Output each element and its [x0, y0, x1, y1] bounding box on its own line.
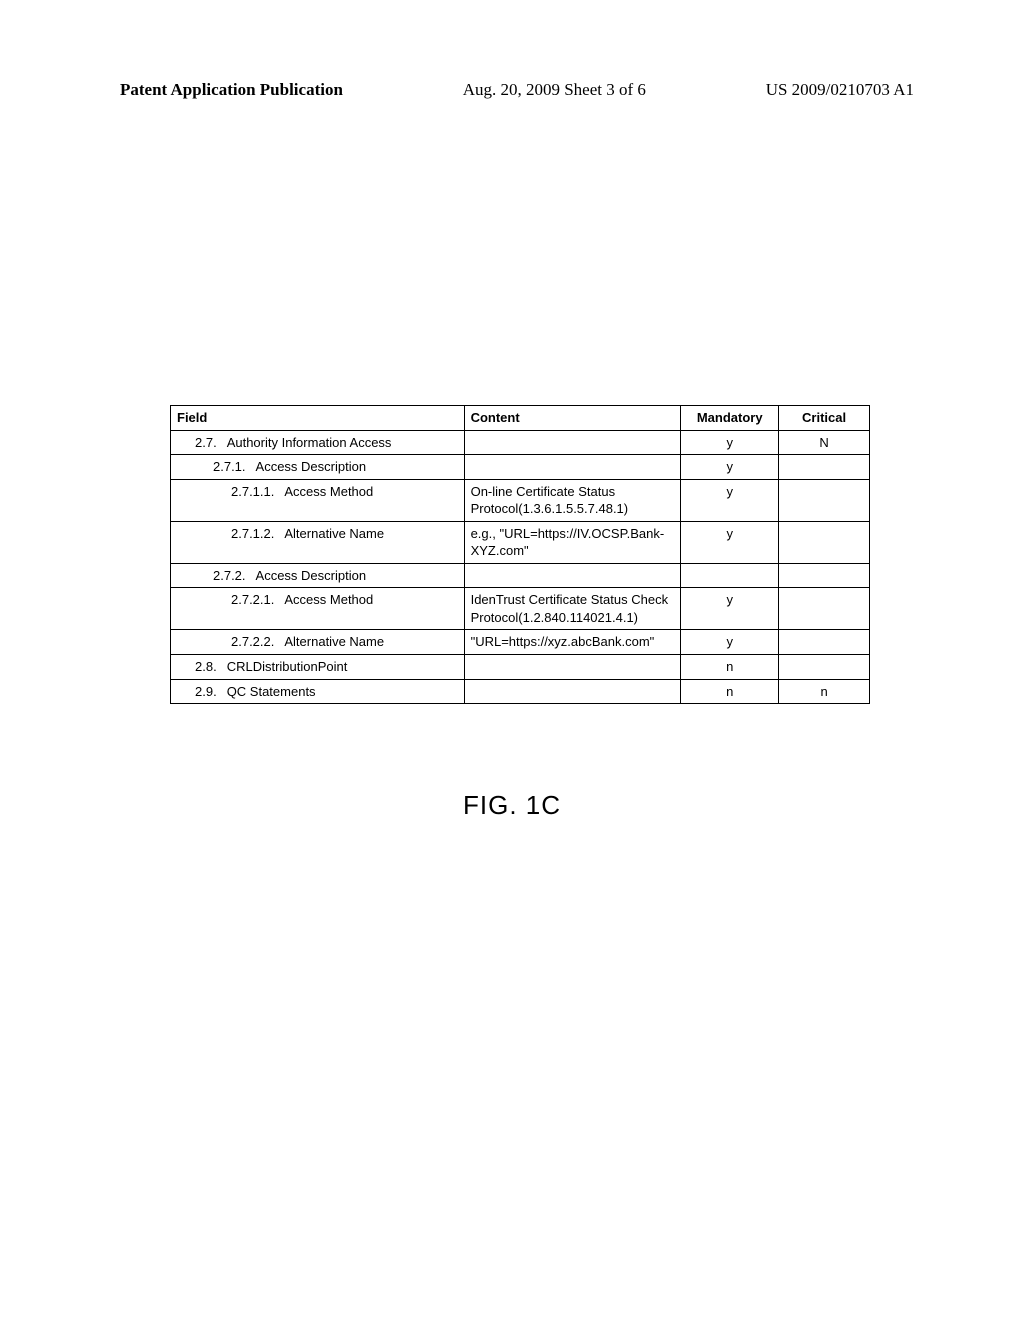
- col-header-mandatory: Mandatory: [681, 406, 779, 431]
- cell-content: "URL=https://xyz.abcBank.com": [464, 630, 681, 655]
- cell-critical: [779, 588, 870, 630]
- field-label: QC Statements: [227, 684, 316, 699]
- cell-content: On-line Certificate Status Protocol(1.3.…: [464, 479, 681, 521]
- cell-critical: [779, 479, 870, 521]
- cell-mandatory: y: [681, 521, 779, 563]
- header-left: Patent Application Publication: [120, 80, 343, 100]
- table-row: 2.8. CRLDistributionPoint n: [171, 655, 870, 680]
- cell-mandatory: y: [681, 479, 779, 521]
- cell-field: 2.7.2. Access Description: [171, 563, 465, 588]
- table-row: 2.7.1.2. Alternative Name e.g., "URL=https…: [171, 521, 870, 563]
- field-number: 2.8.: [195, 659, 217, 674]
- field-label: Alternative Name: [284, 634, 384, 649]
- cell-field: 2.7.1.1. Access Method: [171, 479, 465, 521]
- cell-critical: N: [779, 430, 870, 455]
- cell-field: 2.7.1. Access Description: [171, 455, 465, 480]
- col-header-content: Content: [464, 406, 681, 431]
- table-row: 2.7.2.1. Access Method IdenTrust Certifica…: [171, 588, 870, 630]
- table-row: 2.9. QC Statements nn: [171, 679, 870, 704]
- cell-field: 2.8. CRLDistributionPoint: [171, 655, 465, 680]
- field-number: 2.7.2.: [213, 568, 246, 583]
- cell-field: 2.7.2.1. Access Method: [171, 588, 465, 630]
- field-label: Authority Information Access: [227, 435, 392, 450]
- cell-critical: [779, 563, 870, 588]
- cell-content: [464, 455, 681, 480]
- field-number: 2.7.1.2.: [231, 526, 274, 541]
- field-label: Access Description: [256, 568, 367, 583]
- cell-critical: [779, 455, 870, 480]
- table-row: 2.7.2.2. Alternative Name "URL=https://xyz…: [171, 630, 870, 655]
- page-header: Patent Application Publication Aug. 20, …: [120, 80, 914, 100]
- cell-mandatory: y: [681, 588, 779, 630]
- cell-content: IdenTrust Certificate Status Check Proto…: [464, 588, 681, 630]
- col-header-field: Field: [171, 406, 465, 431]
- cell-mandatory: n: [681, 655, 779, 680]
- figure-caption: FIG. 1C: [0, 790, 1024, 821]
- cell-mandatory: y: [681, 430, 779, 455]
- cell-field: 2.9. QC Statements: [171, 679, 465, 704]
- cell-mandatory: y: [681, 455, 779, 480]
- cell-critical: [779, 630, 870, 655]
- cell-content: [464, 655, 681, 680]
- field-number: 2.7.1.: [213, 459, 246, 474]
- table-row: 2.7.2. Access Description: [171, 563, 870, 588]
- header-center: Aug. 20, 2009 Sheet 3 of 6: [463, 80, 646, 100]
- field-label: CRLDistributionPoint: [227, 659, 348, 674]
- cell-critical: [779, 655, 870, 680]
- field-number: 2.7.2.1.: [231, 592, 274, 607]
- table-row: 2.7.1. Access Description y: [171, 455, 870, 480]
- cell-field: 2.7.2.2. Alternative Name: [171, 630, 465, 655]
- cell-mandatory: y: [681, 630, 779, 655]
- field-number: 2.7.1.1.: [231, 484, 274, 499]
- cell-field: 2.7.1.2. Alternative Name: [171, 521, 465, 563]
- field-label: Access Description: [256, 459, 367, 474]
- cell-critical: [779, 521, 870, 563]
- cell-field: 2.7. Authority Information Access: [171, 430, 465, 455]
- cell-mandatory: n: [681, 679, 779, 704]
- table-row: 2.7. Authority Information Access yN: [171, 430, 870, 455]
- cell-mandatory: [681, 563, 779, 588]
- field-label: Alternative Name: [284, 526, 384, 541]
- field-number: 2.7.2.2.: [231, 634, 274, 649]
- certificate-fields-table-wrap: Field Content Mandatory Critical 2.7. Aut…: [170, 405, 870, 704]
- cell-content: [464, 430, 681, 455]
- col-header-critical: Critical: [779, 406, 870, 431]
- header-right: US 2009/0210703 A1: [766, 80, 914, 100]
- cell-critical: n: [779, 679, 870, 704]
- field-label: Access Method: [284, 484, 373, 499]
- field-number: 2.7.: [195, 435, 217, 450]
- cell-content: [464, 679, 681, 704]
- table-header-row: Field Content Mandatory Critical: [171, 406, 870, 431]
- field-number: 2.9.: [195, 684, 217, 699]
- table-row: 2.7.1.1. Access Method On-line Certificate…: [171, 479, 870, 521]
- field-label: Access Method: [284, 592, 373, 607]
- cell-content: e.g., "URL=https://IV.OCSP.Bank-XYZ.com": [464, 521, 681, 563]
- certificate-fields-table: Field Content Mandatory Critical 2.7. Aut…: [170, 405, 870, 704]
- cell-content: [464, 563, 681, 588]
